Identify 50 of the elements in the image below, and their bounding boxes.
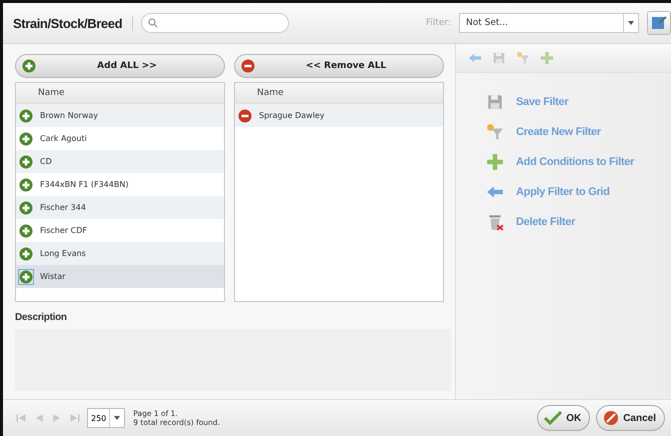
list-row[interactable]: Brown Norway	[16, 104, 224, 127]
caret-icon	[628, 21, 634, 25]
page-size-dropdown[interactable]: 250	[87, 408, 126, 428]
list-row[interactable]: Long Evans	[16, 242, 224, 265]
list-row[interactable]: Wistar	[16, 265, 224, 288]
name-cell: Brown Norway	[40, 111, 98, 120]
filter-label: Filter:	[426, 18, 451, 28]
search-icon	[148, 18, 158, 28]
add-icon[interactable]	[22, 59, 36, 73]
remove-all-button[interactable]: << Remove ALL	[234, 54, 444, 78]
caret-icon	[114, 416, 120, 420]
add-all-button[interactable]: Add ALL >>	[15, 54, 225, 78]
funnel-icon	[516, 51, 530, 65]
search-field[interactable]	[141, 13, 290, 33]
left-arrow-icon	[468, 51, 482, 65]
remove-icon[interactable]	[241, 59, 255, 73]
cancel-icon	[603, 410, 620, 426]
description-label: Description	[15, 312, 68, 323]
filter-settings-button[interactable]	[647, 11, 671, 35]
list-row[interactable]: CD	[16, 150, 224, 173]
add-icon[interactable]	[19, 246, 33, 260]
filter-dropdown[interactable]: Not Set...	[459, 13, 639, 33]
funnel-icon	[486, 123, 504, 141]
name-cell: CD	[40, 157, 52, 166]
column-header: Name	[235, 83, 443, 104]
list-row[interactable]: Sprague Dawley	[235, 104, 443, 127]
add-icon[interactable]	[19, 132, 33, 146]
name-cell: Fischer 344	[40, 203, 86, 212]
checkmark-icon	[544, 411, 562, 425]
add-icon[interactable]	[19, 178, 33, 192]
filter-edit-icon	[650, 14, 668, 32]
column-header: Name	[16, 83, 224, 104]
plus-icon	[540, 51, 554, 65]
add-icon[interactable]	[19, 200, 33, 214]
name-cell: Sprague Dawley	[259, 111, 324, 120]
window-title: Strain/Stock/Breed	[13, 16, 134, 30]
name-cell: Wistar	[40, 272, 66, 281]
name-cell: Fischer CDF	[40, 226, 87, 235]
name-cell: F344xBN F1 (F344BN)	[40, 180, 128, 189]
add-icon[interactable]	[19, 224, 33, 238]
add-icon[interactable]	[19, 270, 33, 284]
list-row[interactable]: Fischer 344	[16, 196, 224, 219]
plus-icon	[486, 153, 504, 171]
name-cell: Cark Agouti	[40, 134, 87, 143]
cancel-button[interactable]: Cancel	[596, 405, 665, 431]
name-cell: Long Evans	[40, 249, 86, 258]
remove-icon[interactable]	[238, 108, 252, 122]
add-icon[interactable]	[19, 108, 33, 122]
ok-button[interactable]: OK	[537, 405, 590, 431]
add-icon[interactable]	[19, 154, 33, 168]
